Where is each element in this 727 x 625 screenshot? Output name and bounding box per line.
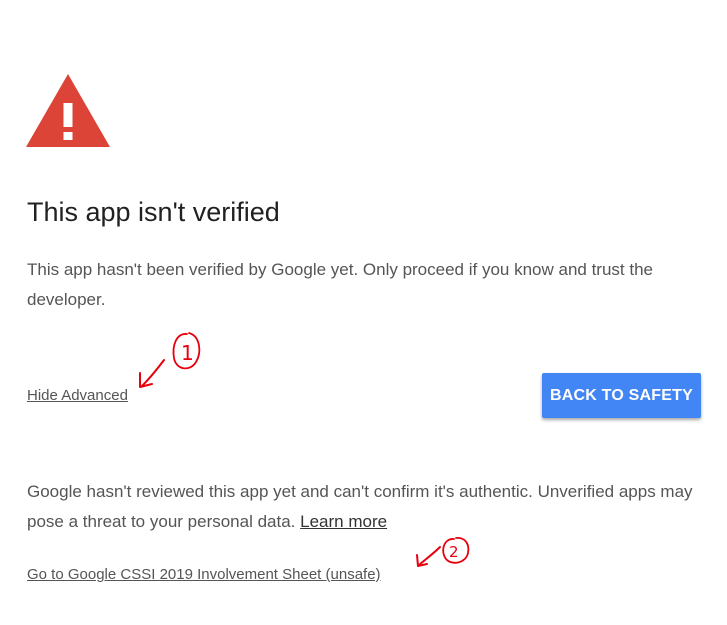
- annotation-number-2: 2: [449, 543, 459, 561]
- annotation-number-1: 1: [181, 341, 194, 365]
- annotation-arrow-2: 2: [416, 537, 470, 567]
- back-to-safety-button[interactable]: BACK TO SAFETY: [542, 373, 701, 418]
- go-to-unsafe-app-link[interactable]: Go to Google CSSI 2019 Involvement Sheet…: [27, 566, 381, 583]
- warning-triangle-icon: [26, 74, 110, 147]
- annotation-arrow-1: 1: [139, 332, 201, 388]
- hide-advanced-link[interactable]: Hide Advanced: [27, 387, 128, 404]
- page-title: This app isn't verified: [27, 197, 280, 227]
- advanced-warning-text: Google hasn't reviewed this app yet and …: [27, 477, 707, 537]
- learn-more-link[interactable]: Learn more: [300, 512, 387, 531]
- warning-description: This app hasn't been verified by Google …: [27, 260, 653, 309]
